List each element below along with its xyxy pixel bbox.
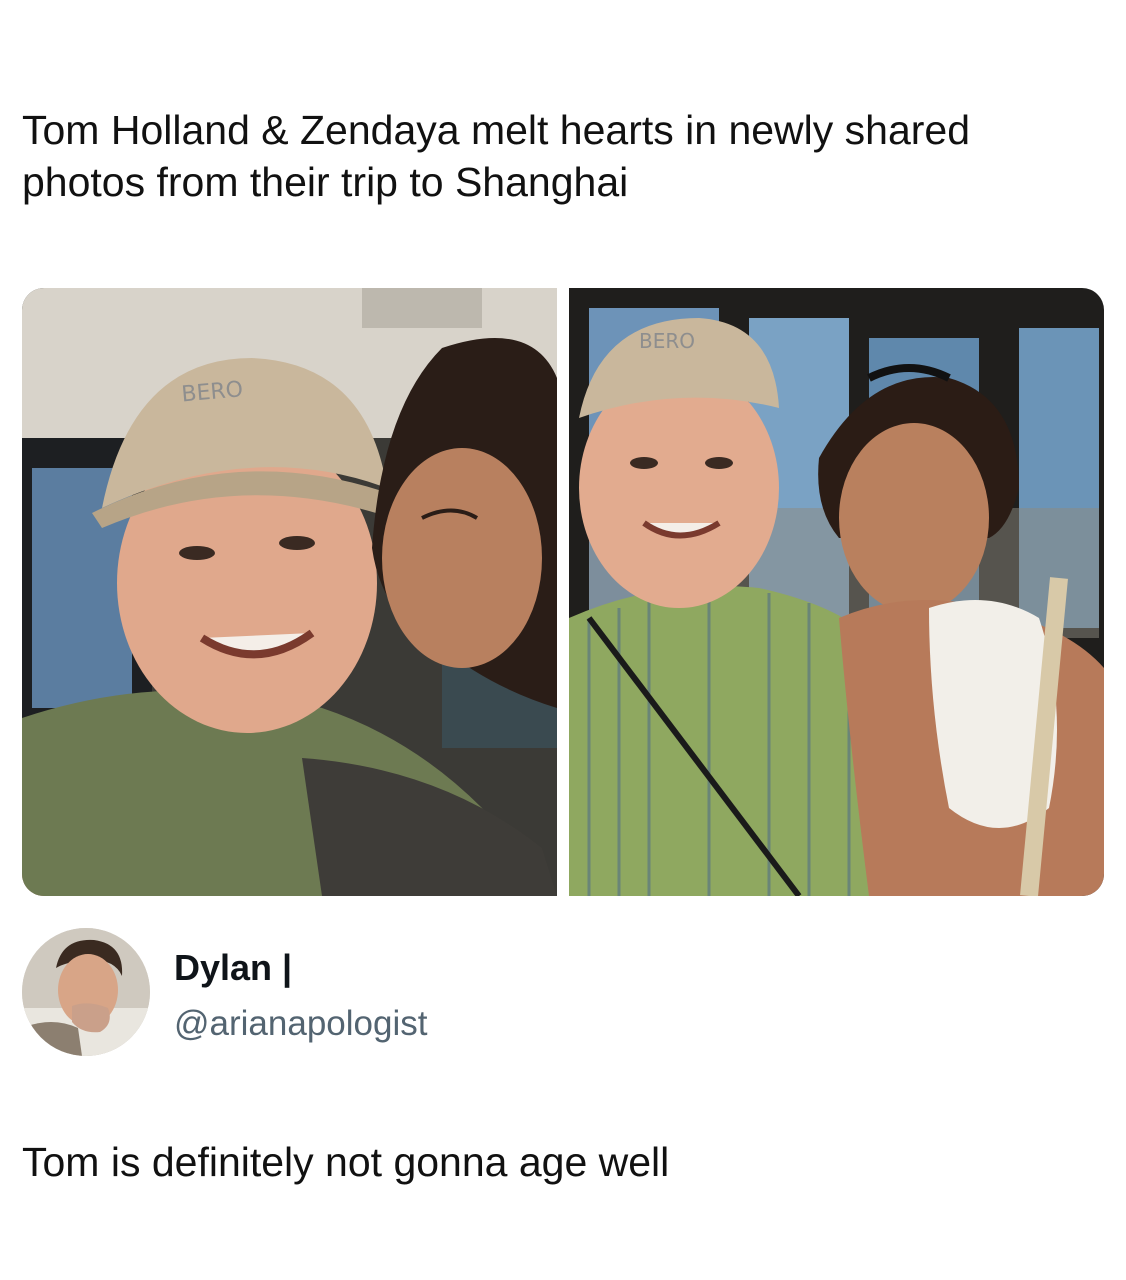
avatar[interactable] <box>22 928 150 1056</box>
photo-right[interactable]: BERO <box>569 288 1104 896</box>
headline: Tom Holland & Zendaya melt hearts in new… <box>22 107 971 205</box>
cap-text-left: BERO <box>180 377 244 407</box>
display-name[interactable]: Dylan | <box>174 946 292 990</box>
photo-grid: BERO BERO <box>22 288 1104 896</box>
tweet-text: Tom is definitely not gonna age well <box>22 1139 670 1185</box>
tweet-author: Dylan | @arianapologist <box>22 928 1104 1058</box>
photo-left[interactable]: BERO <box>22 288 557 896</box>
user-handle[interactable]: @arianapologist <box>174 1002 427 1046</box>
photo-right-image: BERO <box>569 288 1104 896</box>
cap-text-right: BERO <box>639 329 695 353</box>
photo-left-image: BERO <box>22 288 557 896</box>
avatar-image <box>22 928 150 1056</box>
